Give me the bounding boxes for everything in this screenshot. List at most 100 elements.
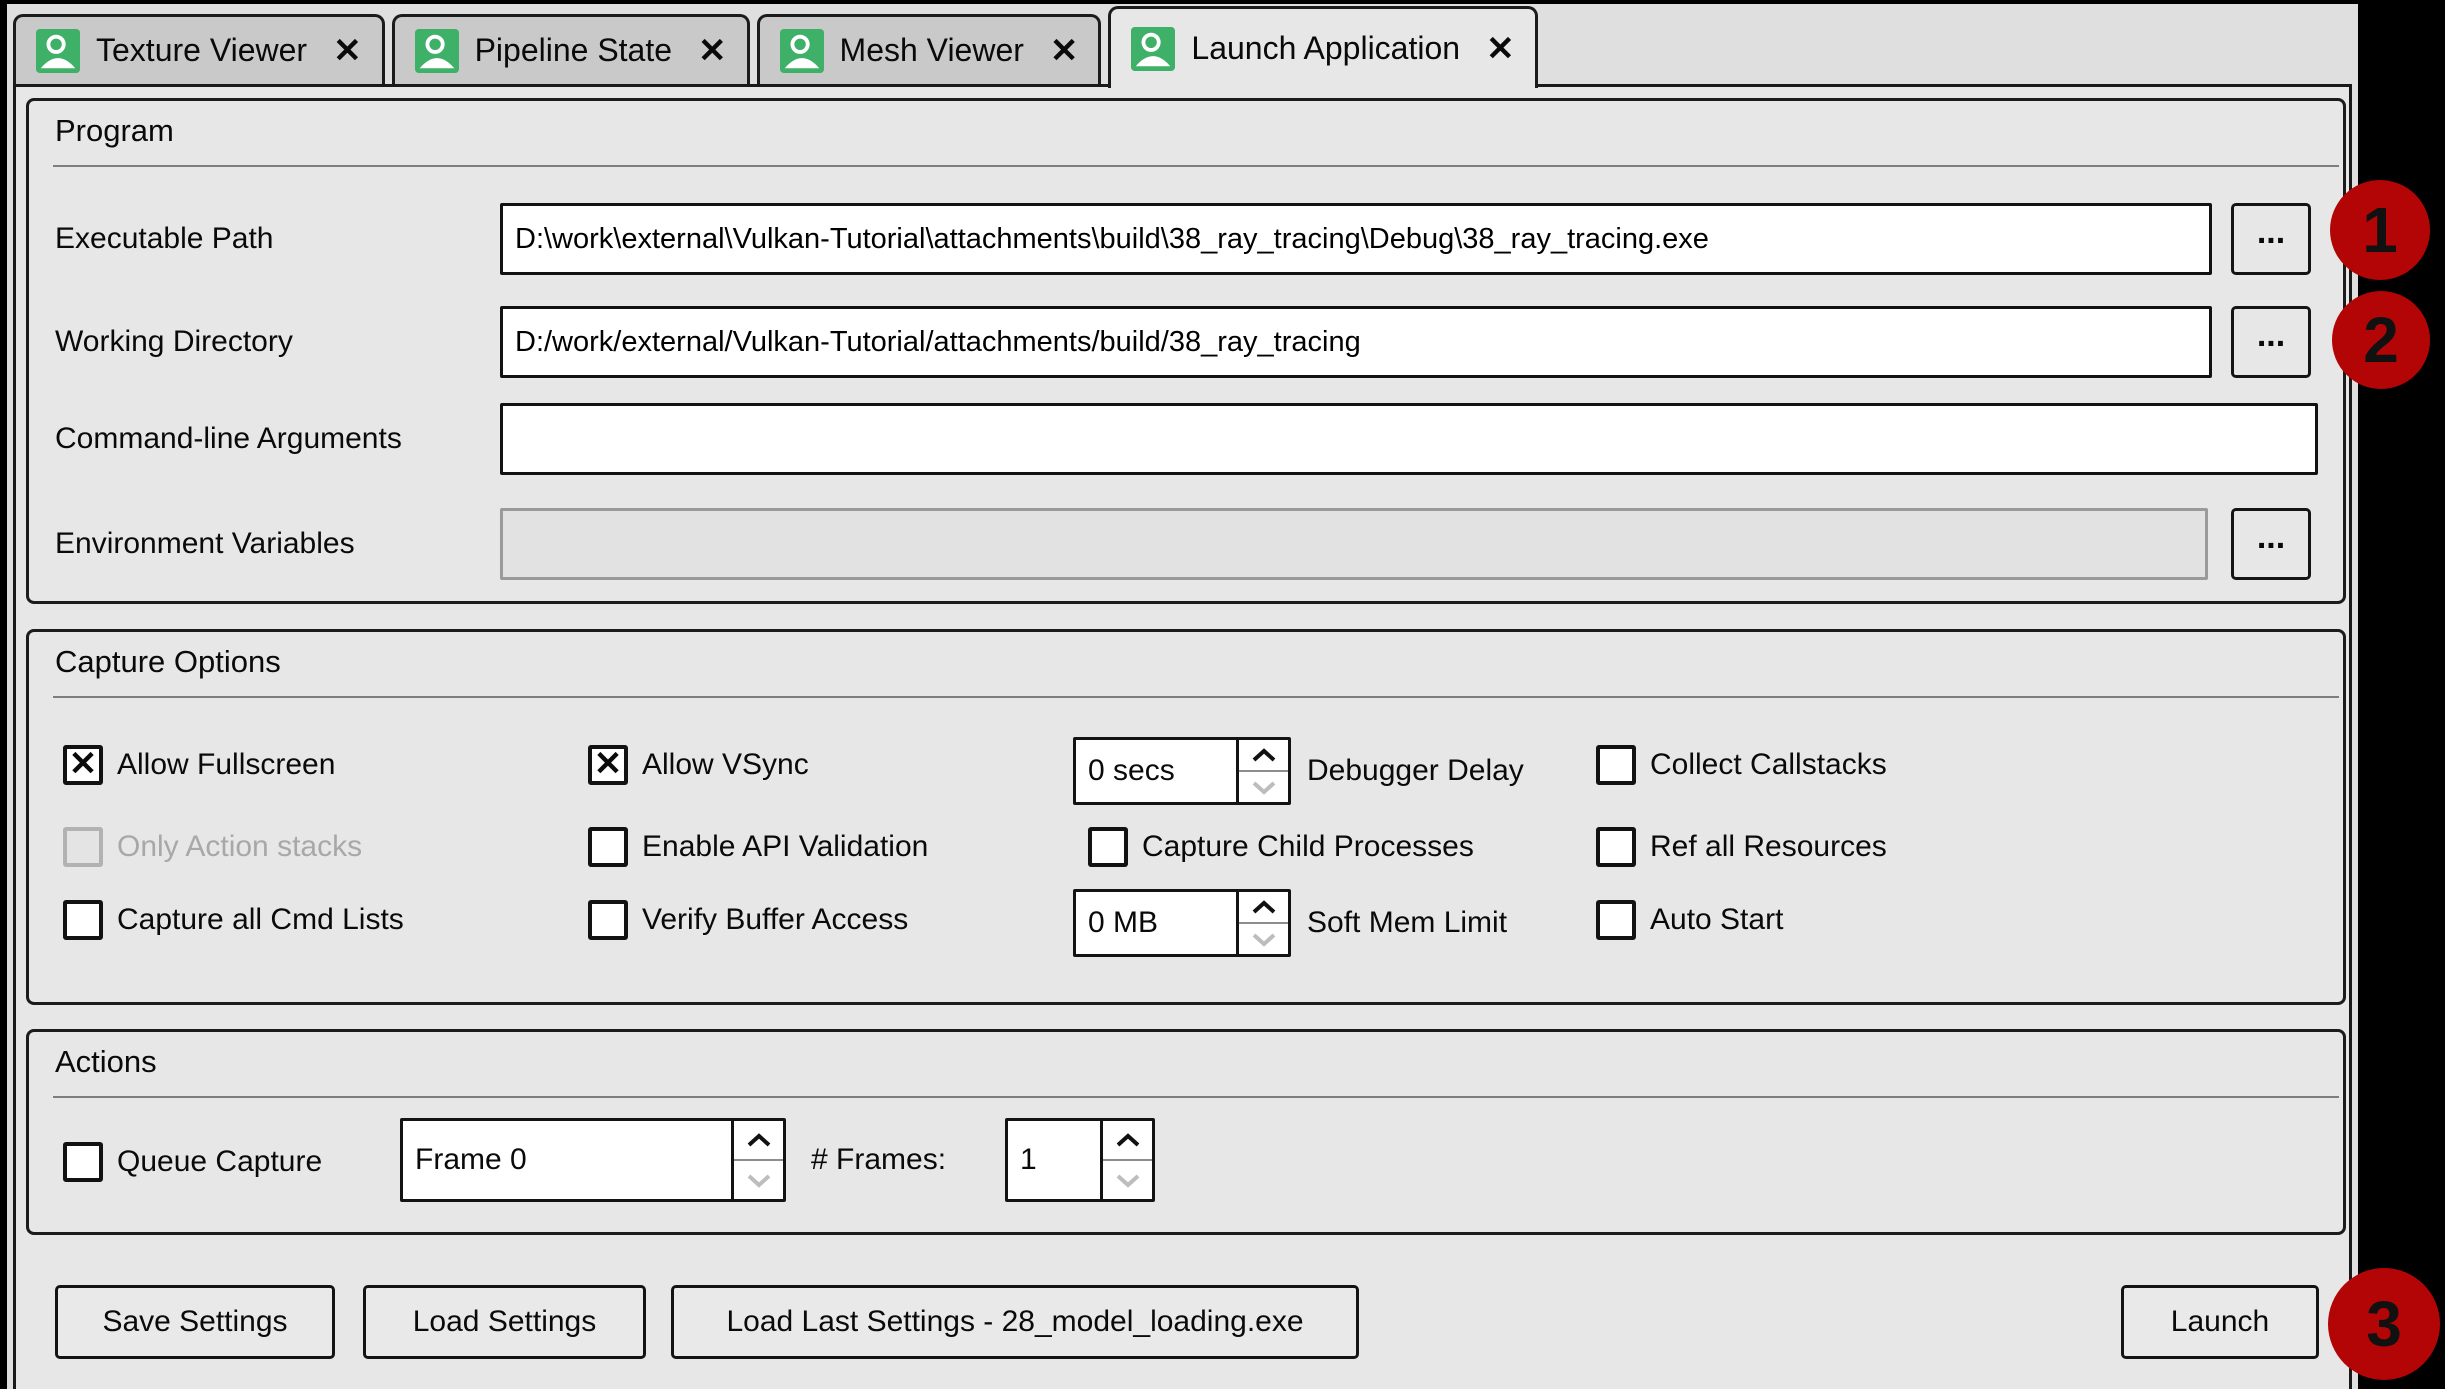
spin-down-button[interactable] — [1103, 1161, 1152, 1199]
queue-frame-value[interactable]: Frame 0 — [403, 1121, 731, 1199]
launch-button[interactable]: Launch — [2121, 1285, 2319, 1359]
auto-start-checkbox[interactable] — [1596, 900, 1636, 940]
close-tab-icon[interactable]: ✕ — [333, 34, 362, 68]
capture-options-group: Capture Options ✕ Allow Fullscreen Only … — [26, 629, 2346, 1005]
ref-all-resources-checkbox[interactable] — [1596, 827, 1636, 867]
ref-all-resources-option[interactable]: Ref all Resources — [1596, 825, 1887, 869]
num-frames-value[interactable]: 1 — [1008, 1121, 1100, 1199]
auto-start-option[interactable]: Auto Start — [1596, 898, 1783, 942]
tab-mesh-viewer[interactable]: Mesh Viewer ✕ — [757, 14, 1102, 84]
only-action-stacks-label: Only Action stacks — [117, 830, 362, 864]
enable-api-validation-checkbox[interactable] — [588, 827, 628, 867]
tab-label: Texture Viewer — [96, 32, 307, 69]
spin-up-button[interactable] — [1103, 1121, 1152, 1161]
debugger-delay-value[interactable]: 0 secs — [1076, 740, 1236, 802]
queue-capture-option[interactable]: Queue Capture — [63, 1140, 322, 1184]
num-frames-spinbox[interactable]: 1 — [1005, 1118, 1155, 1202]
group-separator — [53, 696, 2339, 698]
close-tab-icon[interactable]: ✕ — [1486, 32, 1515, 66]
queue-capture-label: Queue Capture — [117, 1145, 322, 1179]
renderdoc-tab-icon — [1131, 27, 1175, 71]
allow-vsync-label: Allow VSync — [642, 748, 809, 782]
command-line-arguments-input[interactable] — [500, 403, 2318, 475]
close-tab-icon[interactable]: ✕ — [698, 34, 727, 68]
tab-pipeline-state[interactable]: Pipeline State ✕ — [392, 14, 750, 84]
capture-child-processes-checkbox[interactable] — [1088, 827, 1128, 867]
annotation-circle-3: 3 — [2328, 1268, 2440, 1380]
tab-label: Mesh Viewer — [840, 32, 1024, 69]
load-last-settings-button[interactable]: Load Last Settings - 28_model_loading.ex… — [671, 1285, 1359, 1359]
allow-fullscreen-option[interactable]: ✕ Allow Fullscreen — [63, 743, 335, 787]
renderdoc-tab-icon — [780, 29, 824, 73]
tab-label: Launch Application — [1191, 30, 1460, 67]
spin-down-button[interactable] — [734, 1161, 783, 1199]
command-line-arguments-label: Command-line Arguments — [55, 403, 402, 475]
capture-child-processes-label: Capture Child Processes — [1142, 830, 1474, 864]
save-settings-button[interactable]: Save Settings — [55, 1285, 335, 1359]
group-separator — [53, 1096, 2339, 1098]
capture-options-group-title: Capture Options — [55, 644, 281, 680]
renderdoc-tab-icon — [415, 29, 459, 73]
only-action-stacks-checkbox — [63, 827, 103, 867]
verify-buffer-access-checkbox[interactable] — [588, 900, 628, 940]
allow-fullscreen-label: Allow Fullscreen — [117, 748, 335, 782]
collect-callstacks-option[interactable]: Collect Callstacks — [1596, 743, 1887, 787]
renderdoc-tab-icon — [36, 29, 80, 73]
spin-down-button[interactable] — [1239, 772, 1288, 802]
check-mark: ✕ — [69, 747, 98, 781]
allow-fullscreen-checkbox[interactable]: ✕ — [63, 745, 103, 785]
tab-launch-application[interactable]: Launch Application ✕ — [1108, 6, 1537, 88]
environment-variables-label: Environment Variables — [55, 508, 355, 580]
group-separator — [53, 165, 2339, 167]
soft-mem-limit-label: Soft Mem Limit — [1307, 901, 1507, 945]
queue-frame-spinbox[interactable]: Frame 0 — [400, 1118, 786, 1202]
annotation-circle-1: 1 — [2330, 180, 2430, 280]
collect-callstacks-label: Collect Callstacks — [1650, 748, 1887, 782]
environment-variables-input — [500, 508, 2208, 580]
executable-path-browse-button[interactable]: ... — [2231, 203, 2311, 275]
spinner-buttons — [1100, 1121, 1152, 1199]
spinner-buttons — [1236, 892, 1288, 954]
spinner-buttons — [731, 1121, 783, 1199]
tab-texture-viewer[interactable]: Texture Viewer ✕ — [13, 14, 385, 84]
allow-vsync-option[interactable]: ✕ Allow VSync — [588, 743, 809, 787]
collect-callstacks-checkbox[interactable] — [1596, 745, 1636, 785]
capture-child-processes-option[interactable]: Capture Child Processes — [1088, 825, 1474, 869]
debugger-delay-spinbox[interactable]: 0 secs — [1073, 737, 1291, 805]
program-group-title: Program — [55, 113, 174, 149]
soft-mem-limit-spinbox[interactable]: 0 MB — [1073, 889, 1291, 957]
close-tab-icon[interactable]: ✕ — [1050, 34, 1079, 68]
capture-all-cmd-lists-option[interactable]: Capture all Cmd Lists — [63, 898, 404, 942]
executable-path-label: Executable Path — [55, 203, 273, 275]
queue-capture-checkbox[interactable] — [63, 1142, 103, 1182]
verify-buffer-access-option[interactable]: Verify Buffer Access — [588, 898, 908, 942]
spin-up-button[interactable] — [734, 1121, 783, 1161]
annotation-circle-2: 2 — [2332, 291, 2430, 389]
actions-group: Actions Queue Capture Frame 0 # Frames: … — [26, 1029, 2346, 1235]
check-mark: ✕ — [594, 747, 623, 781]
program-group: Program Executable Path ... Working Dire… — [26, 98, 2346, 604]
debugger-delay-label: Debugger Delay — [1307, 749, 1524, 793]
capture-all-cmd-lists-checkbox[interactable] — [63, 900, 103, 940]
auto-start-label: Auto Start — [1650, 903, 1783, 937]
working-directory-label: Working Directory — [55, 306, 293, 378]
renderdoc-window: Texture Viewer ✕ Pipeline State ✕ Mesh V… — [7, 4, 2358, 1389]
launch-application-panel: Program Executable Path ... Working Dire… — [13, 84, 2352, 1389]
spin-up-button[interactable] — [1239, 892, 1288, 924]
spin-down-button[interactable] — [1239, 924, 1288, 954]
tab-bar: Texture Viewer ✕ Pipeline State ✕ Mesh V… — [7, 4, 2358, 84]
enable-api-validation-option[interactable]: Enable API Validation — [588, 825, 928, 869]
spin-up-button[interactable] — [1239, 740, 1288, 772]
working-directory-input[interactable] — [500, 306, 2212, 378]
verify-buffer-access-label: Verify Buffer Access — [642, 903, 908, 937]
enable-api-validation-label: Enable API Validation — [642, 830, 928, 864]
environment-variables-browse-button[interactable]: ... — [2231, 508, 2311, 580]
only-action-stacks-option: Only Action stacks — [63, 825, 362, 869]
capture-all-cmd-lists-label: Capture all Cmd Lists — [117, 903, 404, 937]
executable-path-input[interactable] — [500, 203, 2212, 275]
allow-vsync-checkbox[interactable]: ✕ — [588, 745, 628, 785]
working-directory-browse-button[interactable]: ... — [2231, 306, 2311, 378]
soft-mem-limit-value[interactable]: 0 MB — [1076, 892, 1236, 954]
load-settings-button[interactable]: Load Settings — [363, 1285, 646, 1359]
actions-group-title: Actions — [55, 1044, 157, 1080]
